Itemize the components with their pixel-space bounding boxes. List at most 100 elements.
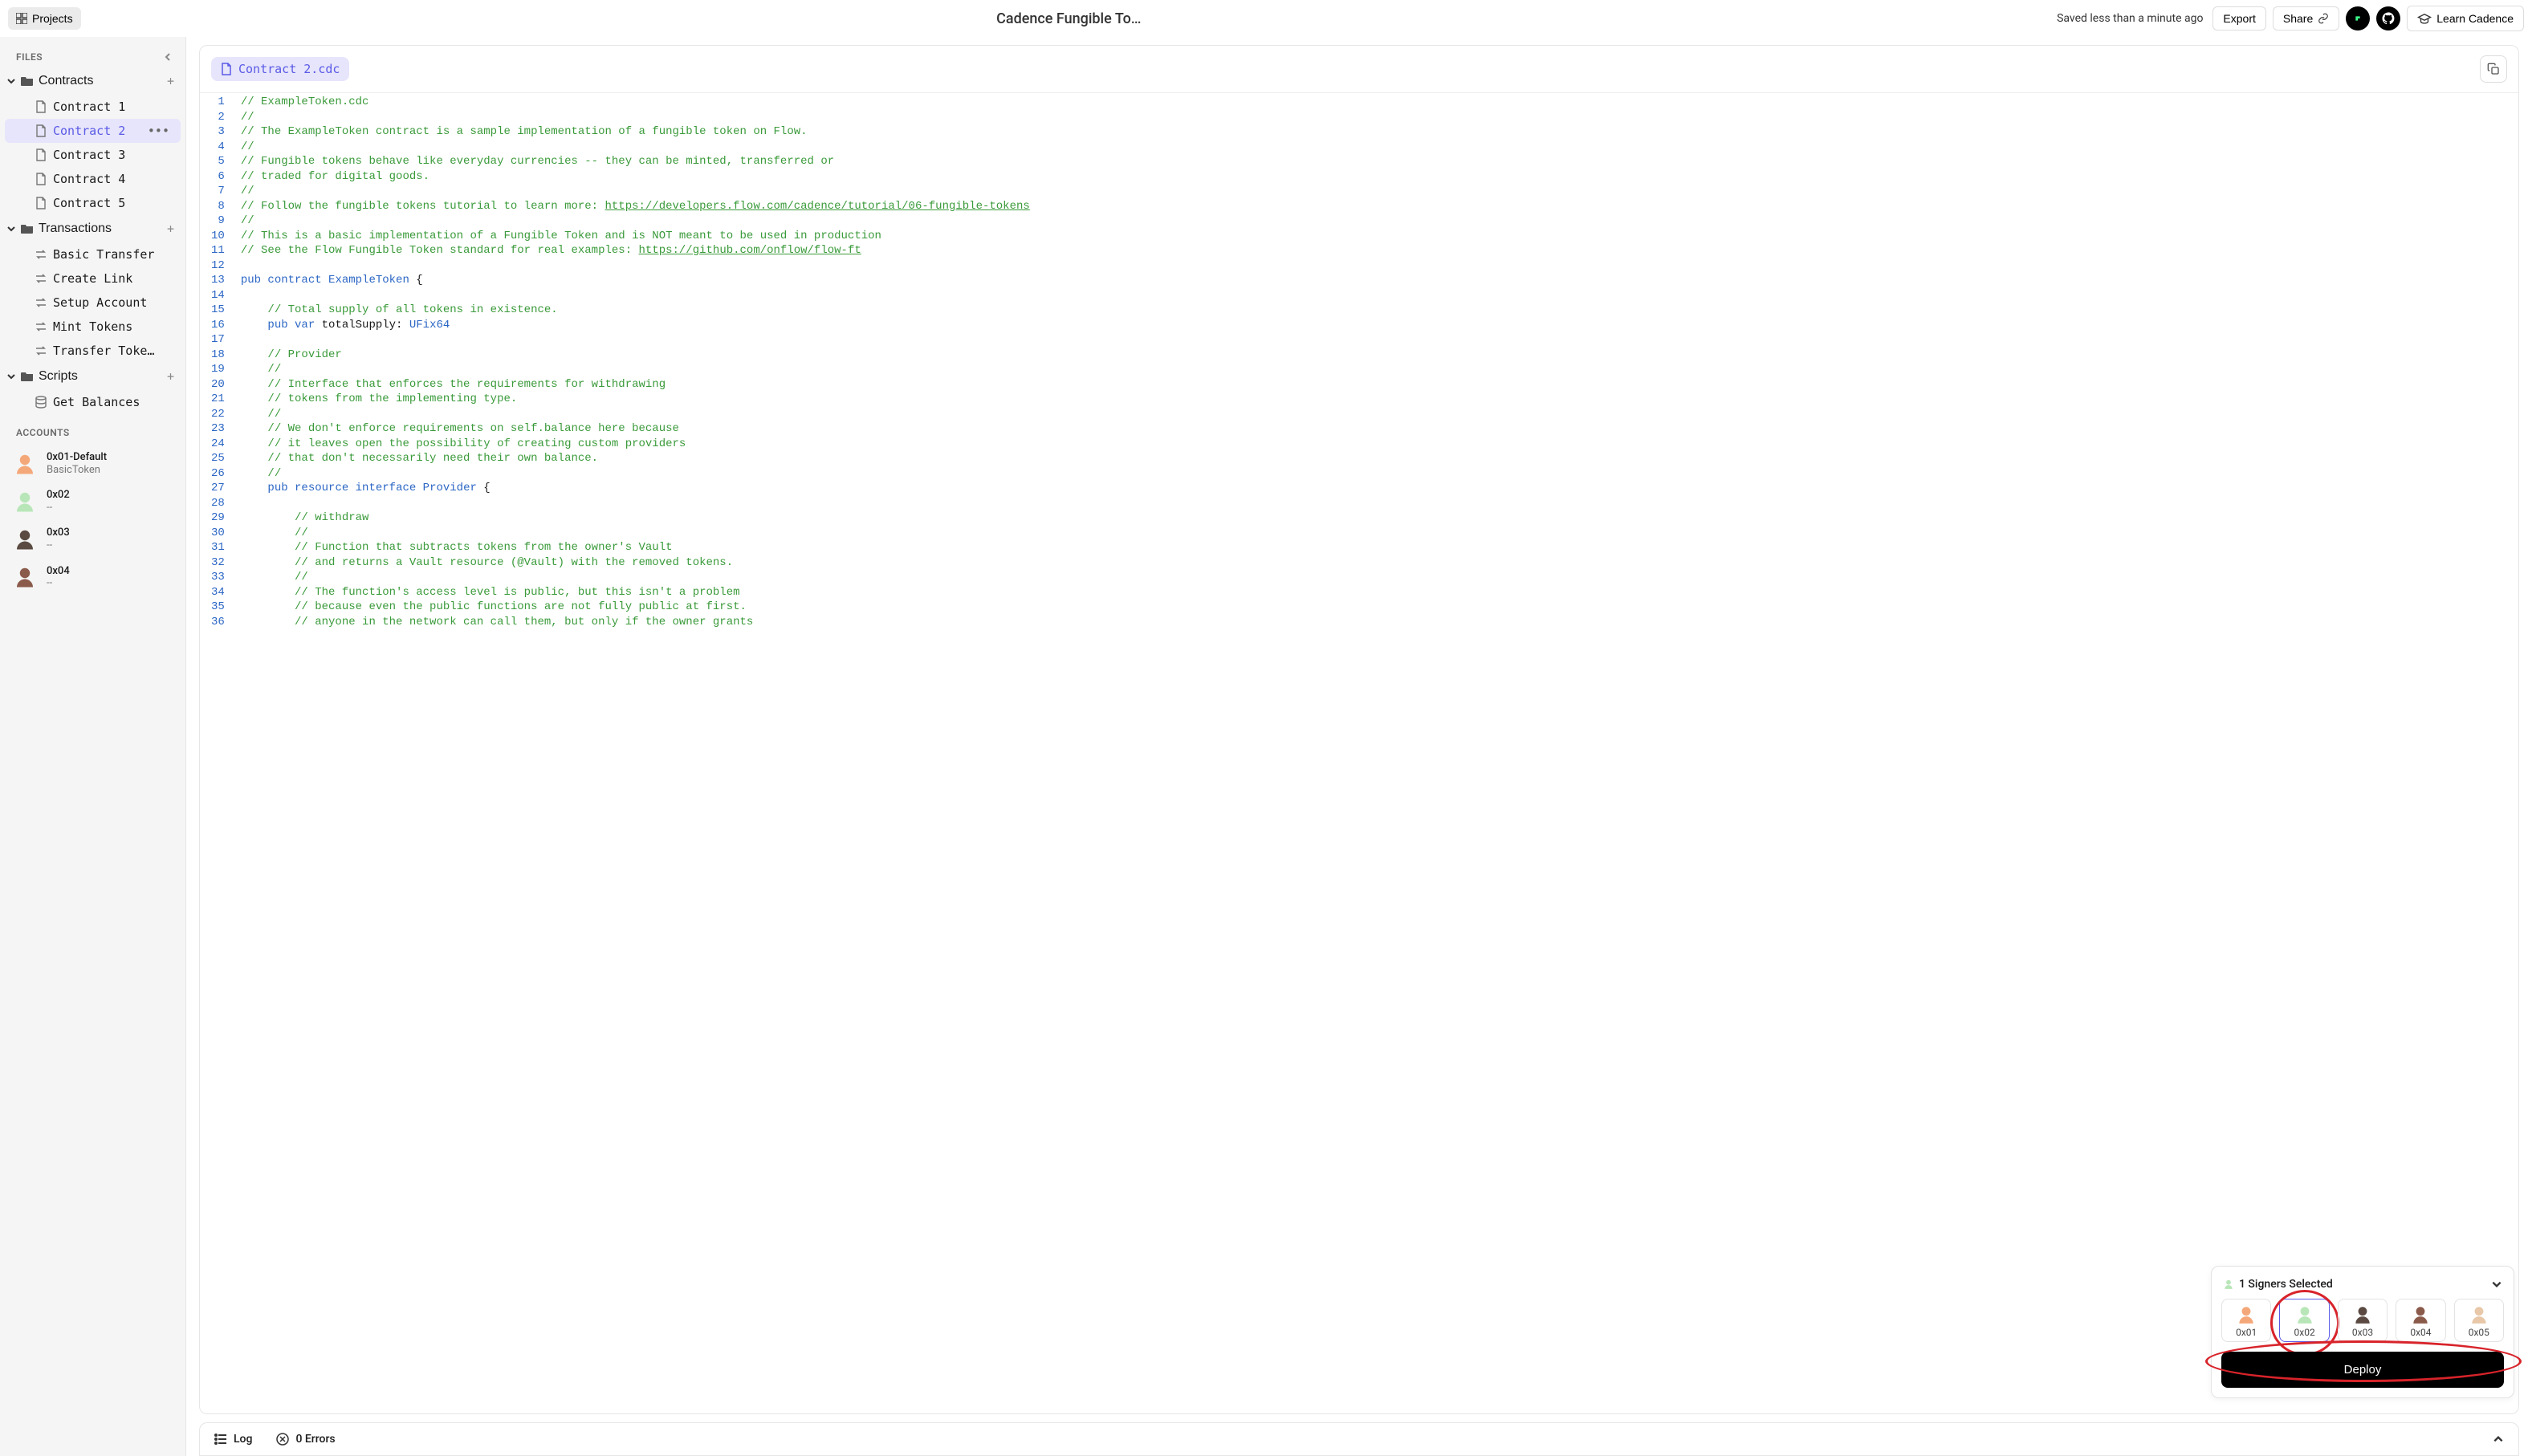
folder-transactions[interactable]: Transactions + [0,215,185,242]
signer-cell[interactable]: 0x01 [2221,1299,2271,1342]
file-row[interactable]: Setup Account [0,291,185,315]
code-line: // This is a basic implementation of a F… [241,229,1030,244]
code-line: // [241,362,1030,377]
code-line: // We don't enforce requirements on self… [241,421,1030,437]
code-line: pub contract ExampleToken { [241,273,1030,288]
line-number: 1 [211,95,225,110]
avatar-icon [2410,1304,2431,1325]
line-number: 2 [211,110,225,125]
line-number: 9 [211,214,225,229]
file-row[interactable]: Create Link [0,266,185,291]
flow-icon[interactable] [2346,6,2370,31]
add-script-button[interactable]: + [162,368,179,385]
account-row[interactable]: 0x02-- [0,482,185,520]
code-line: pub resource interface Provider { [241,481,1030,496]
code-line: // Fungible tokens behave like everyday … [241,154,1030,169]
account-sub: BasicToken [47,464,107,477]
code-line: // it leaves open the possibility of cre… [241,437,1030,452]
file-label: Create Link [53,271,132,286]
code-line: // The function's access level is public… [241,585,1030,600]
account-addr: 0x03 [47,527,70,539]
code-line: // [241,110,1030,125]
account-addr: 0x02 [47,489,70,502]
more-icon[interactable]: ••• [148,124,174,138]
list-icon [214,1433,227,1446]
file-row[interactable]: Contract 2 ••• [5,119,181,143]
code-line: // [241,214,1030,229]
line-number: 14 [211,288,225,303]
code-line [241,258,1030,274]
code-line: // withdraw [241,510,1030,526]
signer-cell[interactable]: 0x04 [2396,1299,2445,1342]
code-line: // [241,466,1030,482]
folder-contracts[interactable]: Contracts + [0,67,185,95]
line-number: 30 [211,526,225,541]
file-icon [35,197,47,209]
file-icon [35,148,47,161]
code-line: // Interface that enforces the requireme… [241,377,1030,392]
line-number: 15 [211,303,225,318]
add-transaction-button[interactable]: + [162,220,179,238]
line-number: 16 [211,318,225,333]
github-icon[interactable] [2376,6,2400,31]
signer-cell[interactable]: 0x03 [2338,1299,2387,1342]
file-row[interactable]: Contract 1 [0,95,185,119]
folder-icon [21,75,34,87]
folder-icon [21,223,34,234]
link-icon [2318,13,2329,24]
file-icon [35,124,47,137]
file-row[interactable]: Get Balances [0,390,185,414]
learn-cadence-button[interactable]: Learn Cadence [2407,6,2524,31]
errors-tab[interactable]: 0 Errors [276,1433,335,1446]
deploy-button[interactable]: Deploy [2221,1352,2504,1388]
file-row[interactable]: Mint Tokens [0,315,185,339]
file-label: Basic Transfer [53,247,154,262]
file-row[interactable]: Contract 5 [0,191,185,215]
add-contract-button[interactable]: + [162,72,179,90]
chevron-down-icon[interactable] [2491,1279,2502,1290]
line-number: 11 [211,243,225,258]
account-sub: -- [47,577,70,590]
account-row[interactable]: 0x01-DefaultBasicToken [0,445,185,482]
chevron-up-icon [2493,1434,2504,1445]
log-tab[interactable]: Log [214,1433,252,1446]
share-button[interactable]: Share [2273,6,2339,31]
signer-cell[interactable]: 0x05 [2454,1299,2504,1342]
file-icon [35,100,47,113]
export-button[interactable]: Export [2212,6,2265,31]
accounts-header: ACCOUNTS [0,414,185,445]
file-row[interactable]: Basic Transfer [0,242,185,266]
code-line: // Follow the fungible tokens tutorial t… [241,199,1030,214]
file-label: Contract 5 [53,196,125,210]
tab-contract-2[interactable]: Contract 2.cdc [211,57,349,81]
code-line [241,288,1030,303]
transaction-icon [35,274,47,283]
footer-collapse[interactable] [2493,1434,2504,1445]
code-editor[interactable]: 1234567891011121314151617181920212223242… [200,92,2518,1413]
file-icon [221,63,232,75]
account-row[interactable]: 0x03-- [0,520,185,558]
line-number: 21 [211,392,225,407]
collapse-icon[interactable] [163,52,173,62]
avatar-icon [13,527,37,551]
file-label: Contract 3 [53,148,125,162]
signer-cell[interactable]: 0x02 [2279,1299,2329,1342]
line-number: 17 [211,332,225,348]
file-row[interactable]: Transfer Toke… [0,339,185,363]
footer-bar: Log 0 Errors [199,1422,2519,1456]
signer-label: 0x04 [2410,1327,2431,1338]
projects-button[interactable]: Projects [8,7,81,30]
code-line [241,332,1030,348]
folder-scripts[interactable]: Scripts + [0,363,185,390]
file-row[interactable]: Contract 3 [0,143,185,167]
file-label: Contract 1 [53,100,125,114]
account-row[interactable]: 0x04-- [0,559,185,596]
avatar-icon [2236,1304,2257,1325]
database-icon [35,396,47,409]
file-label: Get Balances [53,395,140,409]
code-line: // because even the public functions are… [241,600,1030,615]
copy-button[interactable] [2480,55,2507,83]
file-row[interactable]: Contract 4 [0,167,185,191]
sidebar: FILES Contracts + Contract 1 Contract 2 … [0,37,186,1456]
avatar-icon [2294,1304,2315,1325]
